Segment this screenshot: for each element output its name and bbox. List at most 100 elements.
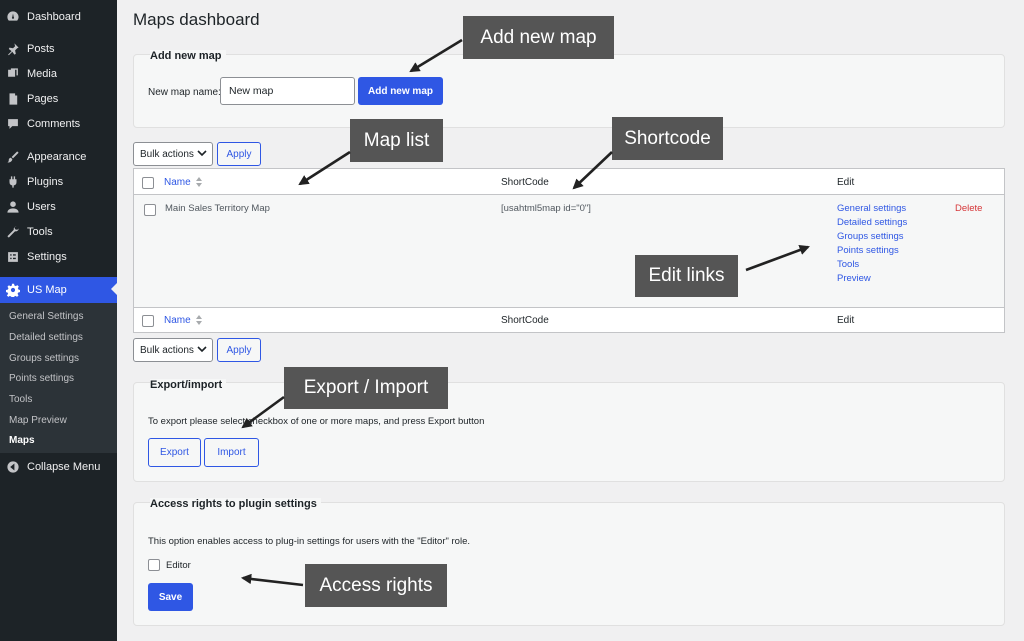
submenu-map-preview[interactable]: Map Preview: [9, 415, 67, 426]
wrench-icon: [6, 225, 20, 239]
bulk-actions-value: Bulk actions: [140, 344, 194, 356]
access-description: This option enables access to plug-in se…: [148, 536, 470, 547]
column-header-name[interactable]: Name: [164, 177, 191, 188]
dashboard-icon: [6, 10, 20, 24]
sidebar-item-label: Pages: [27, 92, 59, 105]
editor-label: Editor: [166, 560, 191, 571]
add-new-map-button[interactable]: Add new map: [358, 77, 443, 105]
add-map-title: Add new map: [150, 50, 226, 62]
collapse-icon: [6, 460, 20, 474]
import-button[interactable]: Import: [204, 438, 259, 467]
column-header-edit: Edit: [837, 177, 855, 188]
sort-icon[interactable]: [195, 315, 203, 325]
submenu-tools[interactable]: Tools: [9, 394, 32, 405]
new-map-name-label: New map name:: [148, 87, 221, 98]
sidebar-item-label: Dashboard: [27, 10, 81, 23]
collapse-menu-button[interactable]: Collapse Menu: [0, 454, 117, 479]
maps-table: Name ShortCode Edit Main Sales Territory…: [133, 168, 1005, 333]
shortcode-cell: [usahtml5map id="0"]: [501, 203, 591, 214]
submenu-groups-settings[interactable]: Groups settings: [9, 353, 79, 364]
new-map-name-input[interactable]: New map: [220, 77, 355, 105]
gear-icon: [6, 283, 20, 297]
sort-icon[interactable]: [195, 177, 203, 187]
us-map-submenu: General Settings Detailed settings Group…: [0, 303, 117, 453]
submenu-general-settings[interactable]: General Settings: [9, 311, 84, 322]
brush-icon: [6, 150, 20, 164]
select-all-checkbox-bottom[interactable]: [142, 315, 154, 327]
access-rights-panel: Access rights to plugin settings This op…: [133, 498, 1005, 626]
sidebar-item-label: Posts: [27, 42, 55, 55]
annotation-export-import: Export / Import: [284, 367, 448, 409]
select-all-checkbox-top[interactable]: [142, 177, 154, 189]
edit-link-tools[interactable]: Tools: [837, 259, 859, 270]
pin-icon: [6, 42, 20, 56]
chevron-down-icon: [197, 150, 207, 157]
column-header-shortcode: ShortCode: [501, 177, 549, 188]
edit-link-preview[interactable]: Preview: [837, 273, 871, 284]
user-icon: [6, 200, 20, 214]
bulk-actions-select-bottom[interactable]: Bulk actions: [133, 338, 213, 362]
sidebar-item-pages[interactable]: Pages: [0, 86, 117, 111]
export-import-title: Export/import: [150, 379, 227, 391]
sidebar-item-settings[interactable]: Settings: [0, 244, 117, 269]
sidebar-item-users[interactable]: Users: [0, 194, 117, 219]
export-import-panel: Export/import To export please select ch…: [133, 379, 1005, 482]
submenu-points-settings[interactable]: Points settings: [9, 373, 74, 384]
export-description: To export please select checkbox of one …: [148, 416, 485, 427]
chevron-down-icon: [197, 346, 207, 353]
sidebar-item-tools[interactable]: Tools: [0, 219, 117, 244]
comment-icon: [6, 117, 20, 131]
sidebar-item-us-map[interactable]: US Map: [0, 277, 117, 303]
delete-link[interactable]: Delete: [955, 203, 982, 214]
bulk-actions-select-top[interactable]: Bulk actions: [133, 142, 213, 166]
edit-link-points-settings[interactable]: Points settings: [837, 245, 899, 256]
plugin-icon: [6, 175, 20, 189]
column-footer-edit: Edit: [837, 315, 855, 326]
submenu-detailed-settings[interactable]: Detailed settings: [9, 332, 83, 343]
annotation-edit-links: Edit links: [635, 255, 738, 297]
annotation-shortcode: Shortcode: [612, 117, 723, 160]
active-indicator: [111, 283, 117, 295]
apply-button-bottom[interactable]: Apply: [217, 338, 261, 362]
table-row: Main Sales Territory Map [usahtml5map id…: [134, 195, 1004, 307]
submenu-maps[interactable]: Maps: [9, 435, 35, 446]
sidebar-item-label: Plugins: [27, 175, 64, 188]
sidebar-item-comments[interactable]: Comments: [0, 111, 117, 136]
column-footer-shortcode: ShortCode: [501, 315, 549, 326]
edit-link-general-settings[interactable]: General settings: [837, 203, 906, 214]
save-button[interactable]: Save: [148, 583, 193, 611]
edit-link-groups-settings[interactable]: Groups settings: [837, 231, 904, 242]
sidebar-item-label: Appearance: [27, 150, 87, 163]
sidebar-item-label: Comments: [27, 117, 81, 130]
column-footer-name[interactable]: Name: [164, 315, 191, 326]
sidebar-item-posts[interactable]: Posts: [0, 36, 117, 61]
annotation-map-list: Map list: [350, 119, 443, 162]
collapse-menu-label: Collapse Menu: [27, 460, 101, 473]
sidebar-item-plugins[interactable]: Plugins: [0, 169, 117, 194]
map-name-cell[interactable]: Main Sales Territory Map: [165, 203, 270, 214]
media-icon: [6, 67, 20, 81]
apply-button-top[interactable]: Apply: [217, 142, 261, 166]
add-map-panel: Add new map New map name: New map Add ne…: [133, 50, 1005, 128]
row-checkbox[interactable]: [144, 204, 156, 216]
annotation-access-rights: Access rights: [305, 564, 447, 607]
sidebar-item-label: US Map: [27, 284, 67, 296]
editor-checkbox[interactable]: [148, 559, 160, 571]
edit-link-detailed-settings[interactable]: Detailed settings: [837, 217, 907, 228]
sidebar-item-label: Media: [27, 67, 57, 80]
sidebar-item-dashboard[interactable]: Dashboard: [0, 4, 117, 29]
sidebar-item-label: Users: [27, 200, 56, 213]
new-map-name-value: New map: [229, 85, 274, 97]
access-rights-title: Access rights to plugin settings: [150, 498, 321, 510]
bulk-actions-value: Bulk actions: [140, 148, 194, 160]
annotation-add-new-map: Add new map: [463, 16, 614, 59]
sidebar-item-media[interactable]: Media: [0, 61, 117, 86]
sidebar-item-appearance[interactable]: Appearance: [0, 144, 117, 169]
settings-icon: [6, 250, 20, 264]
sidebar-item-label: Tools: [27, 225, 53, 238]
page-title: Maps dashboard: [133, 10, 260, 29]
admin-sidebar: Dashboard Posts Media Pages Comments App…: [0, 0, 117, 641]
pages-icon: [6, 92, 20, 106]
export-button[interactable]: Export: [148, 438, 201, 467]
sidebar-item-label: Settings: [27, 250, 67, 263]
